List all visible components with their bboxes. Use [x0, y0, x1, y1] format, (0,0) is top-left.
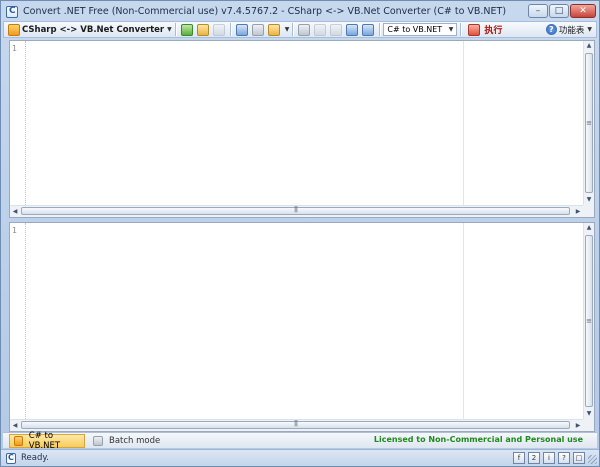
- save-icon[interactable]: [212, 23, 225, 36]
- scroll-right-icon[interactable]: ▶: [573, 206, 583, 217]
- tab-label: Batch mode: [109, 436, 161, 446]
- direction-select-value: C# to VB.NET: [387, 25, 443, 34]
- clear-icon[interactable]: [298, 23, 311, 36]
- copy-icon[interactable]: [251, 23, 264, 36]
- redo-icon[interactable]: [330, 23, 343, 36]
- app-icon[interactable]: [6, 6, 18, 18]
- line-number: 1: [12, 44, 17, 53]
- converter-menu-button[interactable]: CSharp <-> VB.Net Converter ▼: [6, 22, 172, 37]
- scrollbar-corner: [583, 205, 594, 217]
- line-number-gutter: 1: [10, 223, 26, 419]
- batch-icon: [93, 436, 103, 446]
- toolbar-divider: [174, 23, 176, 36]
- status-text: Ready.: [21, 453, 49, 463]
- chevron-down-icon: ▼: [448, 26, 454, 33]
- run-icon: [468, 23, 481, 36]
- toolbar-divider: [292, 23, 294, 36]
- help-icon: ?: [545, 24, 557, 35]
- scroll-right-icon[interactable]: ▶: [573, 420, 583, 431]
- scroll-down-icon[interactable]: ▼: [584, 409, 594, 419]
- tab-csharp-to-vbnet[interactable]: C# to VB.NET: [9, 431, 85, 451]
- mode-tabs-bar: C# to VB.NET Batch mode Licensed to Non-…: [3, 431, 597, 451]
- scroll-up-icon[interactable]: ▲: [584, 41, 594, 51]
- chevron-down-icon: ▼: [587, 26, 592, 33]
- status-button-2[interactable]: 2: [528, 452, 540, 464]
- indent-icon[interactable]: [362, 23, 375, 36]
- scroll-thumb[interactable]: [21, 206, 570, 215]
- resize-grip-icon[interactable]: [588, 455, 597, 464]
- status-button-window[interactable]: □: [573, 452, 585, 464]
- scroll-left-icon[interactable]: ◀: [10, 206, 20, 217]
- close-icon: ✕: [579, 6, 587, 16]
- vertical-scrollbar[interactable]: ▲ ▼: [583, 41, 594, 205]
- converter-menu-label: CSharp <-> VB.Net Converter: [22, 24, 165, 35]
- source-code-editor[interactable]: 1 ▲ ▼ ◀ ▶: [9, 40, 595, 218]
- converter-icon: [8, 23, 20, 36]
- chevron-down-icon: ▼: [167, 26, 172, 33]
- maximize-button[interactable]: □: [549, 4, 569, 18]
- right-margin-guide: [463, 41, 464, 205]
- status-button-f[interactable]: f: [513, 452, 525, 464]
- app-window: Convert .NET Free (Non-Commercial use) v…: [0, 0, 600, 467]
- main-toolbar: CSharp <-> VB.Net Converter ▼ ▼ C# to VB…: [3, 21, 597, 38]
- tab-batch-mode[interactable]: Batch mode: [89, 434, 169, 448]
- scrollbar-corner: [583, 419, 594, 431]
- cut-icon[interactable]: [235, 23, 248, 36]
- new-file-icon[interactable]: [180, 23, 193, 36]
- toolbar-divider: [379, 23, 381, 36]
- right-margin-guide: [463, 223, 464, 419]
- line-number-gutter: 1: [10, 41, 26, 205]
- converter-icon: [14, 436, 23, 446]
- help-menu-label: 功能表: [558, 25, 585, 36]
- status-button-info[interactable]: i: [543, 452, 555, 464]
- run-button[interactable]: 执行: [466, 22, 502, 37]
- tab-label: C# to VB.NET: [28, 431, 61, 451]
- status-button-help[interactable]: ?: [558, 452, 570, 464]
- minimize-icon: –: [535, 6, 541, 16]
- close-button[interactable]: ✕: [570, 4, 596, 18]
- help-menu-button[interactable]: ? 功能表 ▼: [545, 22, 592, 37]
- window-title: Convert .NET Free (Non-Commercial use) v…: [23, 6, 507, 17]
- maximize-icon: □: [554, 6, 564, 16]
- paste-options-chevron-icon[interactable]: ▼: [285, 26, 290, 33]
- direction-select[interactable]: C# to VB.NET ▼: [383, 23, 458, 36]
- undo-icon[interactable]: [314, 23, 327, 36]
- result-code-editor[interactable]: 1 ▲ ▼ ◀ ▶: [9, 222, 595, 432]
- format-icon[interactable]: [346, 23, 359, 36]
- open-folder-icon[interactable]: [196, 23, 209, 36]
- toolbar-divider: [460, 23, 462, 36]
- paste-icon[interactable]: [267, 23, 280, 36]
- license-notice: Licensed to Non-Commercial and Personal …: [373, 435, 583, 444]
- line-number: 1: [12, 226, 17, 235]
- status-buttons: f 2 i ? □: [513, 452, 585, 464]
- status-bar: Ready. f 2 i ? □: [1, 449, 599, 466]
- toolbar-divider: [229, 23, 231, 36]
- vertical-scrollbar[interactable]: ▲ ▼: [583, 223, 594, 419]
- app-status-icon: [6, 453, 16, 464]
- run-label: 执行: [484, 26, 503, 36]
- minimize-button[interactable]: –: [528, 4, 548, 18]
- scroll-down-icon[interactable]: ▼: [584, 195, 594, 205]
- title-bar[interactable]: Convert .NET Free (Non-Commercial use) v…: [1, 1, 599, 23]
- horizontal-scrollbar[interactable]: ◀ ▶: [10, 419, 594, 431]
- scroll-thumb[interactable]: [585, 53, 593, 193]
- window-controls: – □ ✕: [528, 4, 596, 18]
- scroll-up-icon[interactable]: ▲: [584, 223, 594, 233]
- scroll-left-icon[interactable]: ◀: [10, 420, 20, 431]
- scroll-thumb[interactable]: [585, 235, 593, 407]
- scroll-thumb[interactable]: [21, 420, 570, 429]
